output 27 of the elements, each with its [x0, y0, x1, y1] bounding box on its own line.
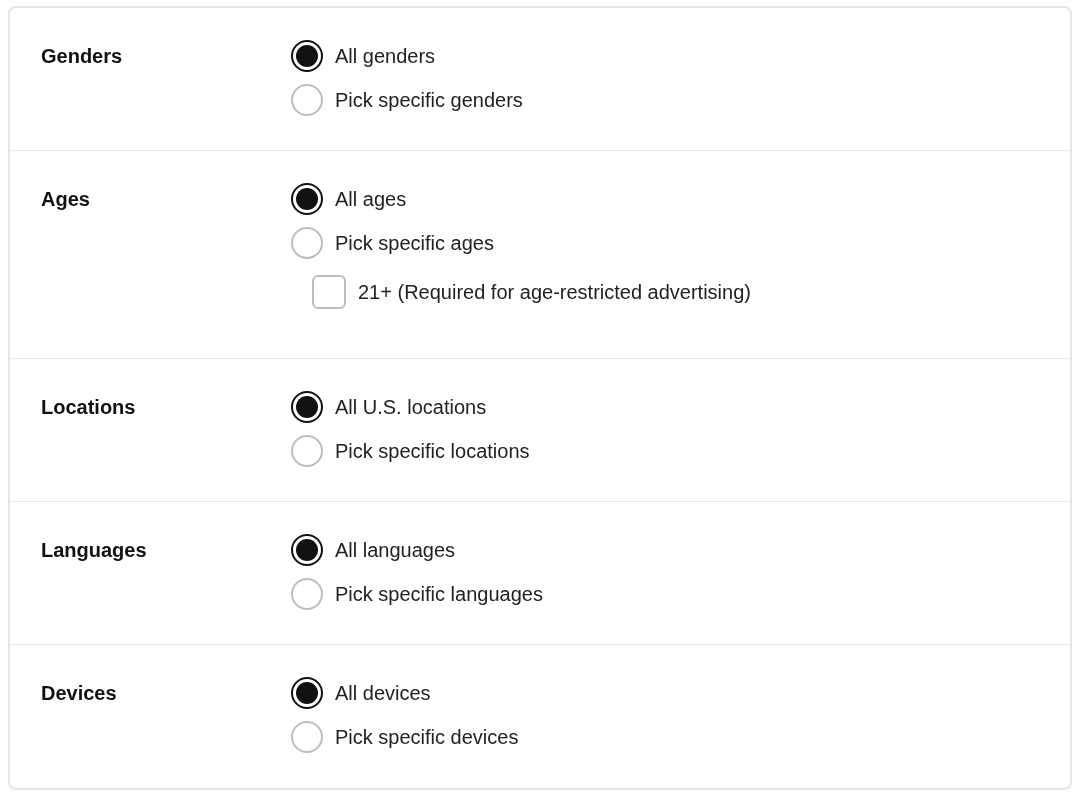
radio-button[interactable]	[291, 391, 323, 423]
option-label: All devices	[335, 681, 431, 706]
radio-button[interactable]	[291, 721, 323, 753]
section-label: Ages	[41, 187, 91, 212]
radio-button[interactable]	[291, 40, 323, 72]
option-label: Pick specific devices	[335, 725, 519, 750]
radio-button[interactable]	[291, 183, 323, 215]
section-label: Devices	[41, 681, 118, 706]
checkbox[interactable]	[312, 275, 346, 309]
option-label: All languages	[335, 538, 456, 563]
radio-button[interactable]	[291, 578, 323, 610]
radio-button[interactable]	[291, 677, 323, 709]
section-label: Genders	[41, 44, 124, 69]
option-label: 21+ (Required for age-restricted advertising)	[358, 280, 751, 305]
option-label: Pick specific languages	[335, 582, 543, 607]
section-label: Locations	[41, 395, 137, 420]
radio-button[interactable]	[291, 534, 323, 566]
option-label: Pick specific genders	[335, 88, 523, 113]
section-label: Languages	[41, 538, 148, 563]
radio-button[interactable]	[291, 84, 323, 116]
radio-button[interactable]	[291, 227, 323, 259]
option-label: All ages	[335, 187, 407, 212]
option-label: All genders	[335, 44, 436, 69]
option-label: Pick specific locations	[335, 439, 530, 464]
option-label: All U.S. locations	[335, 395, 487, 420]
radio-button[interactable]	[291, 435, 323, 467]
option-label: Pick specific ages	[335, 231, 494, 256]
